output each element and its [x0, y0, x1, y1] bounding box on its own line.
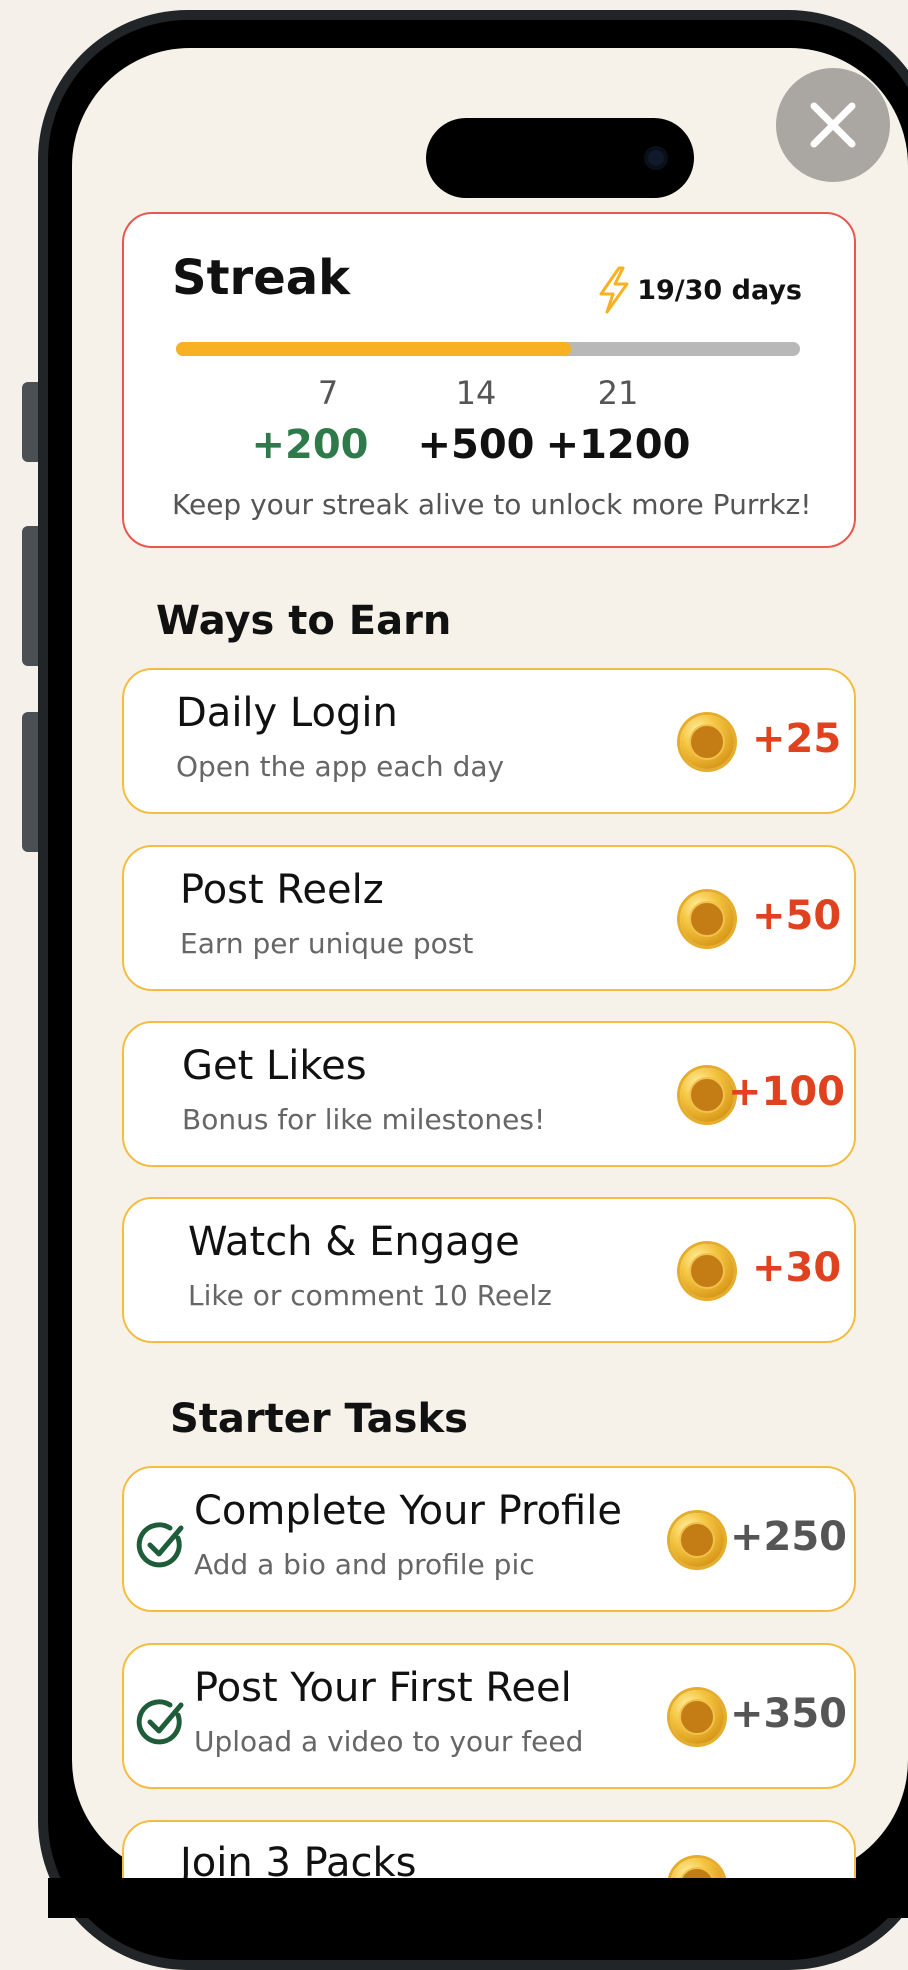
- front-camera: [644, 146, 668, 170]
- close-icon: [810, 102, 856, 148]
- close-button[interactable]: [776, 68, 890, 182]
- task-title: Get Likes: [182, 1043, 367, 1089]
- earn-get-likes[interactable]: Get Likes Bonus for like milestones! +10…: [122, 1021, 856, 1167]
- earn-daily-login[interactable]: Daily Login Open the app each day +25: [122, 668, 856, 814]
- task-title: Post Reelz: [180, 867, 384, 913]
- task-subtitle: Like or comment 10 Reelz: [188, 1279, 552, 1312]
- streak-progress-fill: [176, 342, 571, 356]
- dynamic-island: [426, 118, 694, 198]
- task-title: Post Your First Reel: [194, 1665, 572, 1711]
- task-subtitle: Add a bio and profile pic: [194, 1548, 535, 1581]
- task-reward: +30: [752, 1245, 842, 1291]
- ways-to-earn-heading: Ways to Earn: [156, 598, 452, 644]
- check-circle-icon: [136, 1522, 184, 1568]
- starter-complete-profile[interactable]: Complete Your Profile Add a bio and prof…: [122, 1466, 856, 1612]
- streak-note: Keep your streak alive to unlock more Pu…: [172, 488, 812, 521]
- coin-icon: [680, 715, 734, 769]
- earn-watch-engage[interactable]: Watch & Engage Like or comment 10 Reelz …: [122, 1197, 856, 1343]
- lightning-icon: [599, 266, 629, 314]
- task-title: Complete Your Profile: [194, 1488, 622, 1534]
- milestone-day-14: 14: [455, 374, 497, 412]
- milestone-day-7: 7: [317, 374, 339, 412]
- task-subtitle: Upload a video to your feed: [194, 1725, 584, 1758]
- streak-title: Streak: [172, 250, 351, 306]
- task-title: Daily Login: [176, 690, 398, 736]
- task-reward: +350: [730, 1691, 848, 1737]
- task-subtitle: Earn per unique post: [180, 927, 474, 960]
- starter-first-reel[interactable]: Post Your First Reel Upload a video to y…: [122, 1643, 856, 1789]
- milestone-day-21: 21: [597, 374, 639, 412]
- task-title: Join 3 Packs: [180, 1840, 417, 1878]
- streak-days: 19/30 days: [597, 266, 802, 314]
- coin-icon: [670, 1513, 724, 1567]
- check-circle-icon: [136, 1699, 184, 1745]
- coin-icon: [680, 1068, 734, 1122]
- streak-card: Streak 19/30 days 7 14 21 +200 +500 +120…: [122, 212, 856, 548]
- task-reward: +100: [728, 1069, 846, 1115]
- streak-days-text: 19/30 days: [637, 274, 802, 306]
- coin-icon: [670, 1690, 724, 1744]
- coin-icon: [670, 1858, 724, 1878]
- screen-bottom-clip: Join 3 Packs: [72, 1800, 908, 1878]
- task-reward: +50: [752, 893, 842, 939]
- earn-post-reelz[interactable]: Post Reelz Earn per unique post +50: [122, 845, 856, 991]
- coin-icon: [680, 892, 734, 946]
- phone-bottom-bezel: [48, 1878, 908, 1918]
- task-title: Watch & Engage: [188, 1219, 520, 1265]
- task-subtitle: Open the app each day: [176, 750, 505, 783]
- milestone-reward-14: +500: [417, 422, 535, 468]
- starter-tasks-heading: Starter Tasks: [170, 1396, 468, 1442]
- task-reward: +25: [752, 716, 842, 762]
- coin-icon: [680, 1244, 734, 1298]
- task-reward: +250: [730, 1514, 848, 1560]
- milestone-reward-21: +1200: [545, 422, 691, 468]
- task-subtitle: Bonus for like milestones!: [182, 1103, 546, 1136]
- streak-progress-bar: [176, 342, 800, 356]
- milestone-reward-7: +200: [251, 422, 369, 468]
- starter-join-packs[interactable]: Join 3 Packs: [122, 1820, 856, 1878]
